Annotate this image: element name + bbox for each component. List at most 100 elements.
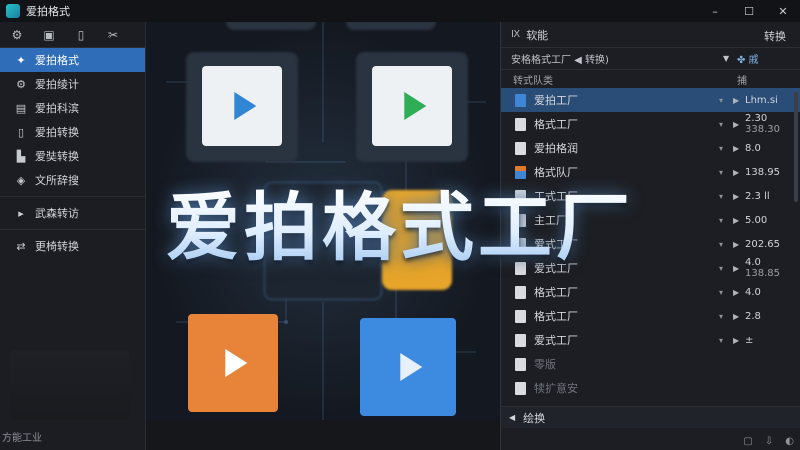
file-tile (226, 22, 316, 30)
right-panel: Ⅸ 软能 转换 安格格式工厂 ◀ 转换) ▼ ✤ 戚 转式队类 捕 爱拍工厂 ▾ ▶… (500, 22, 800, 450)
chevron-down-icon[interactable]: ▾ (719, 120, 723, 129)
file-icon (515, 357, 526, 371)
scrollbar[interactable] (794, 92, 798, 202)
expand-arrow-icon[interactable]: ▶ (733, 288, 739, 297)
list-item-value-main: 2.30 (745, 113, 768, 124)
settings-icon[interactable]: ⚙ (8, 26, 26, 44)
list-item-name: 格式工厂 (534, 286, 578, 299)
chip-icon (264, 182, 382, 300)
chevron-down-icon[interactable]: ▾ (719, 240, 723, 249)
title-bar: 爱拍格式 – ☐ ✕ (0, 0, 800, 22)
format-select[interactable]: 安格格式工厂 ◀ 转换) ▼ ✤ 戚 (501, 48, 800, 70)
expand-arrow-icon[interactable]: ▶ (733, 312, 739, 321)
list-item-value-main: 8.0 (745, 142, 761, 154)
convert-bar[interactable]: ◀ 绘换 (501, 406, 800, 428)
tools-icon[interactable]: ✂ (104, 26, 122, 44)
expand-arrow-icon[interactable]: ▶ (733, 120, 739, 129)
list-item[interactable]: 爱式工厂 ▾ ▶ ± (501, 328, 800, 352)
expand-arrow-icon[interactable]: ▶ (733, 264, 739, 273)
sidebar-item-more[interactable]: ⇄ 更椅转换 (0, 234, 145, 258)
minimize-button[interactable]: – (698, 0, 732, 22)
list-item-name: 格式工厂 (534, 310, 578, 323)
chevron-down-icon[interactable]: ▾ (719, 168, 723, 177)
list-item[interactable]: 爱拍工厂 ▾ ▶ Lhm.si (501, 88, 800, 112)
expand-arrow-icon[interactable]: ▶ (733, 216, 739, 225)
divider (0, 196, 145, 197)
sidebar-item-label: 爱拍转换 (35, 126, 79, 139)
list-item[interactable]: 主工厂 ▾ ▶ 5.00 (501, 208, 800, 232)
list-item[interactable]: 爱拍格润 ▾ ▶ 8.0 (501, 136, 800, 160)
file-icon (515, 213, 526, 227)
app-logo-icon (6, 4, 20, 18)
chevron-down-icon[interactable]: ▼ (723, 54, 729, 63)
status-icons: ▢ ⇩ ◐ (743, 436, 794, 447)
expand-arrow-icon[interactable]: ▶ (733, 240, 739, 249)
file-icon (515, 141, 526, 155)
list-item[interactable]: 格式工厂 ▾ ▶ 4.0 (501, 280, 800, 304)
divider (0, 229, 145, 230)
format-option-button[interactable]: ✤ 戚 (737, 51, 759, 66)
file-icon (515, 285, 526, 299)
sidebar-item-label: 文所辞搜 (35, 174, 79, 187)
sidebar-item-docs[interactable]: ▤ 爱拍科滨 (0, 96, 145, 120)
stamp-icon: ▙ (16, 149, 26, 163)
phone-icon[interactable]: ▯ (72, 26, 90, 44)
sidebar: ⚙ ▣ ▯ ✂ ✦ 爱拍格式 ⚙ 爱拍绫计 ▤ 爱拍科滨 ▯ 爱拍转换 ▙ 爱奘… (0, 22, 146, 450)
sidebar-item-convert[interactable]: ▯ 爱拍转换 (0, 120, 145, 144)
list-item-value-main: 2.3 ll (745, 190, 770, 202)
expand-arrow-icon[interactable]: ▶ (733, 96, 739, 105)
sidebar-footer: 方能工业 (2, 433, 42, 444)
file-icon (515, 261, 526, 275)
bird-logo-icon: ✦ (16, 53, 26, 67)
chevron-down-icon[interactable]: ▾ (719, 144, 723, 153)
sidebar-item-settings[interactable]: ⚙ 爱拍绫计 (0, 72, 145, 96)
list-item[interactable]: 格式工厂 ▾ ▶ 2.8 (501, 304, 800, 328)
sidebar-group[interactable]: ▸ 武森转访 (0, 201, 145, 225)
list-item-name: 爱拍格润 (534, 142, 578, 155)
list-item-value: 8.0 (745, 143, 761, 154)
video-icon[interactable]: ▣ (40, 26, 58, 44)
download-icon[interactable]: ⇩ (765, 436, 773, 447)
format-select-value: 安格格式工厂 ◀ 转换) (511, 55, 609, 66)
window-title: 爱拍格式 (26, 5, 70, 18)
list-item[interactable]: 爱式工厂 ▾ ▶ 202.65 (501, 232, 800, 256)
chevron-down-icon[interactable]: ▾ (719, 288, 723, 297)
list-item-value-sub: 338.30 (745, 124, 780, 135)
expand-arrow-icon[interactable]: ▶ (733, 192, 739, 201)
list-item-name: 主工厂 (534, 214, 567, 227)
list-item-value-main: ± (745, 334, 754, 346)
maximize-button[interactable]: ☐ (732, 0, 766, 22)
expand-arrow-icon[interactable]: ▶ (733, 144, 739, 153)
list-item-name: 工式工厂 (534, 190, 578, 203)
list-item-value: Lhm.si (745, 95, 778, 106)
list-item[interactable]: 工式工厂 ▾ ▶ 2.3 ll (501, 184, 800, 208)
list-item[interactable]: 格式工厂 ▾ ▶ 2.30 338.30 (501, 112, 800, 136)
chevron-down-icon[interactable]: ▾ (719, 216, 723, 225)
chevron-down-icon[interactable]: ▾ (719, 312, 723, 321)
close-button[interactable]: ✕ (766, 0, 800, 22)
panel-header-prefix: Ⅸ (511, 29, 521, 40)
screen-icon[interactable]: ▢ (743, 436, 752, 447)
expand-arrow-icon[interactable]: ▶ (733, 336, 739, 345)
chevron-down-icon[interactable]: ▾ (719, 192, 723, 201)
list-item[interactable]: 犊扩意安 (501, 376, 800, 400)
file-icon (515, 333, 526, 347)
list-item[interactable]: 零版 (501, 352, 800, 376)
chevron-down-icon[interactable]: ▾ (719, 96, 723, 105)
sidebar-item-search[interactable]: ◈ 文所辞搜 (0, 168, 145, 192)
list-item-name: 爱式工厂 (534, 238, 578, 251)
chevron-down-icon[interactable]: ▾ (719, 336, 723, 345)
file-tile (346, 22, 436, 30)
headset-icon[interactable]: ◐ (785, 436, 794, 447)
list-item-name: 爱式工厂 (534, 262, 578, 275)
list-item[interactable]: 爱式工厂 ▾ ▶ 4.0 138.85 (501, 256, 800, 280)
sidebar-item-convert-2[interactable]: ▙ 爱奘转换 (0, 144, 145, 168)
sidebar-item-format[interactable]: ✦ 爱拍格式 (0, 48, 145, 72)
list-header: 转式队类 捕 (501, 70, 800, 88)
switch-button[interactable]: 转换 (764, 28, 786, 44)
list-item[interactable]: 格式队厂 ▾ ▶ 138.95 (501, 160, 800, 184)
chevron-down-icon[interactable]: ▾ (719, 264, 723, 273)
window-controls: – ☐ ✕ (698, 0, 800, 22)
file-icon (515, 117, 526, 131)
expand-arrow-icon[interactable]: ▶ (733, 168, 739, 177)
